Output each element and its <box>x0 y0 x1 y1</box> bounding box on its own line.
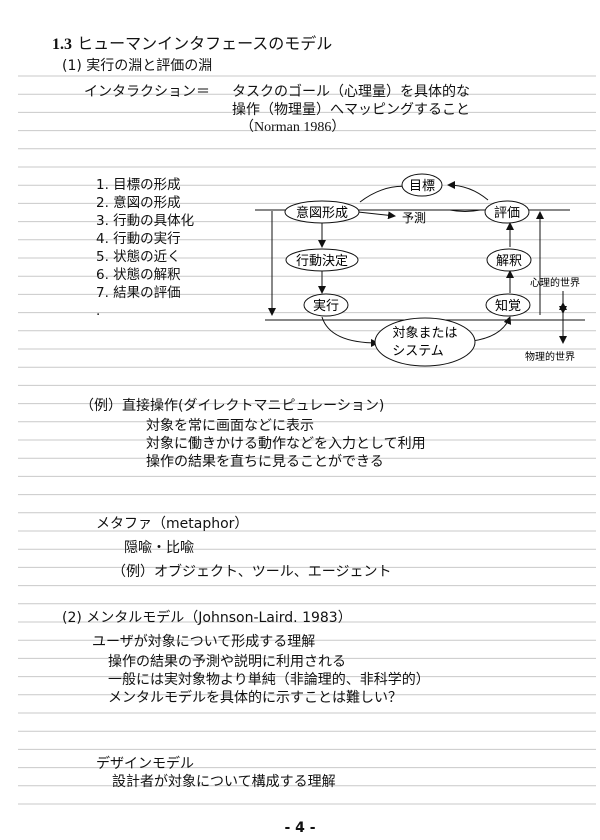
node-goal-label: 目標 <box>409 179 435 194</box>
node-execute-label: 実行 <box>313 298 339 314</box>
example1-line: 対象に働きかける動作などを入力として利用 <box>146 436 426 452</box>
step-item: 5. 状態の近く <box>96 249 181 265</box>
step-item: 7. 結果の評価 <box>96 285 181 301</box>
arrow-execute-to-system <box>321 316 379 347</box>
design-model-line: 設計者が対象について構成する理解 <box>112 774 336 790</box>
mental-model-line4: メンタルモデルを具体的に示すことは難しい？ <box>108 690 402 706</box>
step-item: 1. 目標の形成 <box>96 177 181 193</box>
arrow-system-to-perceive <box>471 316 512 342</box>
section-number: 1.3 <box>52 36 72 53</box>
metaphor-sub: 隠喩・比喩 <box>124 540 194 556</box>
interaction-citation: （Norman 1986） <box>240 120 346 135</box>
node-perceive-label: 知覚 <box>495 298 521 314</box>
interaction-def-line1: タスクのゴール（心理量）を具体的な <box>232 84 470 100</box>
mental-world-label: 心理的世界 <box>530 276 580 289</box>
step-item: 2. 意図の形成 <box>96 195 181 211</box>
arrow-intent-to-predict <box>357 211 396 220</box>
node-system-label-2: システム <box>392 344 444 359</box>
step-item: . <box>96 303 101 319</box>
step-item: 3. 行動の具体化 <box>96 213 195 229</box>
mental-model-line1: ユーザが対象について形成する理解 <box>92 634 316 650</box>
node-evaluate-label: 評価 <box>494 206 520 221</box>
example1-line: 対象を常に画面などに表示 <box>146 418 314 434</box>
subsection-1-label: (1) 実行の淵と評価の淵 <box>62 58 213 74</box>
node-action-label: 行動決定 <box>296 254 348 269</box>
physical-world-label: 物理的世界 <box>525 350 575 363</box>
node-interpret-label: 解釈 <box>496 254 522 269</box>
step-item: 4. 行動の実行 <box>96 231 181 247</box>
interaction-def-line2: 操作（物理量）へマッピングすること <box>232 102 470 118</box>
design-model-heading: デザインモデル <box>96 756 194 772</box>
step-item: 6. 状態の解釈 <box>96 267 181 283</box>
section-title-text: ヒューマンインタフェースのモデル <box>77 34 333 53</box>
predict-label: 予測 <box>402 211 426 225</box>
page-number: - 4 - <box>284 820 316 836</box>
example1-line: 操作の結果を直ちに見ることができる <box>146 454 384 470</box>
interaction-term: インタラクション＝ <box>84 84 210 100</box>
metaphor-example: （例）オブジェクト、ツール、エージェント <box>112 564 392 580</box>
action-cycle-diagram: 目標 意図形成 予測 評価 行動決定 解釈 実行 知覚 対象または システム 心… <box>255 173 585 367</box>
example1-heading: （例）直接操作(ダイレクトマニピュレーション) <box>80 398 385 414</box>
action-steps-list: 1. 目標の形成 2. 意図の形成 3. 行動の具体化 4. 行動の実行 5. … <box>96 176 194 320</box>
arrow-evaluate-to-goal <box>447 181 489 201</box>
mental-model-line3: 一般には実対象物より単純（非論理的、非科学的） <box>108 672 430 688</box>
subsection-2-label: (2) メンタルモデル（Johnson-Laird. 1983） <box>62 610 352 626</box>
mental-model-line2: 操作の結果の予測や説明に利用される <box>108 654 346 670</box>
section-title: 1.3 ヒューマンインタフェースのモデル <box>52 35 332 54</box>
node-intent-label: 意図形成 <box>296 205 348 221</box>
metaphor-heading: メタファ（metaphor） <box>96 516 249 532</box>
node-system-label-1: 対象または <box>392 326 457 341</box>
